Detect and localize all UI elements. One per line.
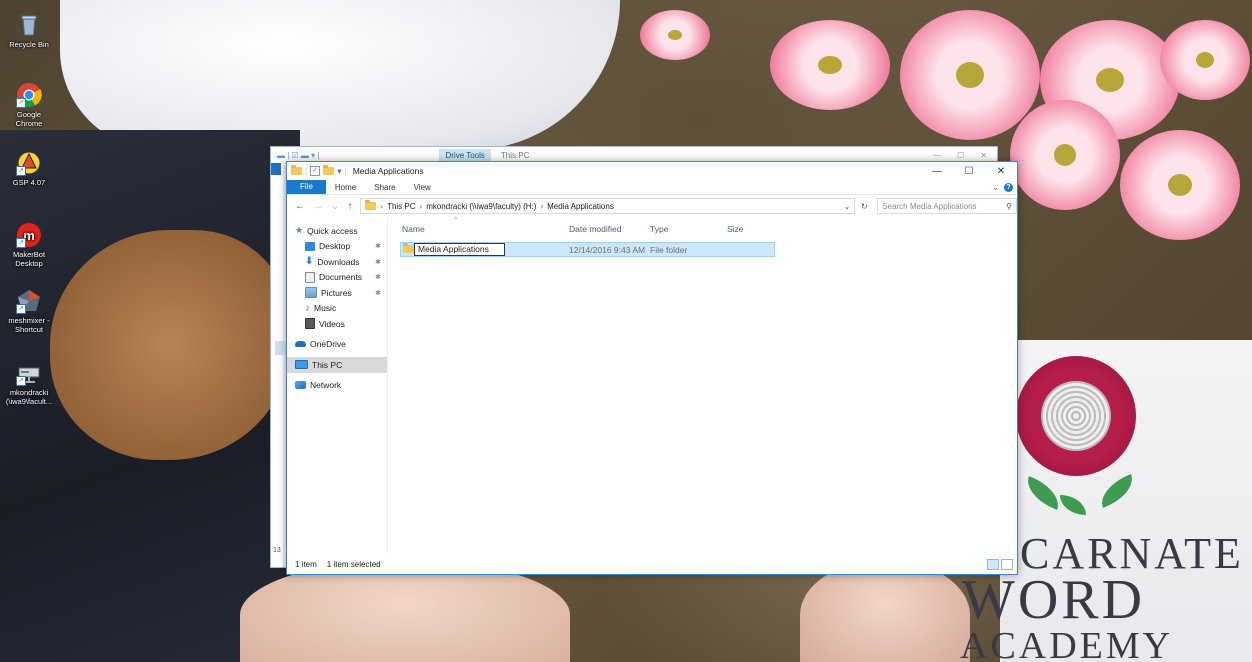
nav-item-quick-access[interactable]: ★ Quick access: [287, 223, 387, 239]
selection-count: 1 item selected: [326, 559, 381, 569]
videos-icon: [305, 318, 315, 330]
column-header-size[interactable]: Size: [727, 224, 744, 234]
gsp-icon: ↗: [16, 150, 42, 176]
drive-tools-tab[interactable]: Drive Tools: [439, 148, 491, 162]
column-header-type[interactable]: Type: [650, 224, 668, 234]
search-icon: ⚲: [1006, 201, 1012, 211]
new-folder-icon[interactable]: [323, 165, 335, 175]
column-header-name[interactable]: Name: [402, 224, 425, 234]
nav-item-onedrive[interactable]: OneDrive: [287, 337, 387, 353]
pin-icon: ✱: [375, 274, 381, 282]
ribbon-tabs: File Home Share View ⌄ ?: [287, 180, 1017, 194]
tab-file[interactable]: File: [287, 180, 326, 194]
chevron-right-icon[interactable]: ›: [420, 202, 423, 211]
quick-access-toolbar[interactable]: | ✓ ▾ |: [291, 165, 347, 177]
up-arrow-icon[interactable]: ↑: [347, 201, 352, 212]
nav-item-documents[interactable]: Documents ✱: [287, 270, 387, 286]
address-bar[interactable]: › This PC › mkondracki (\\iwa9\faculty) …: [360, 198, 856, 214]
nav-item-this-pc[interactable]: This PC: [287, 357, 387, 373]
refresh-icon[interactable]: ↻: [855, 202, 873, 211]
tab-share[interactable]: Share: [365, 183, 404, 192]
column-header-date-modified[interactable]: Date modified: [569, 224, 621, 234]
address-folder-icon: [365, 200, 377, 210]
file-type: File folder: [650, 244, 688, 255]
large-icons-view-icon[interactable]: [1001, 558, 1013, 570]
explorer-window[interactable]: | ✓ ▾ | Media Applications — ☐ ✕ File Ho…: [286, 161, 1018, 575]
onedrive-icon: [295, 341, 306, 348]
folder-icon: [291, 165, 302, 175]
expand-ribbon-icon[interactable]: ⌄: [992, 183, 999, 192]
pictures-icon: [305, 287, 317, 299]
network-drive-icon: ↗: [16, 360, 42, 386]
recent-locations-icon[interactable]: ⌄: [331, 201, 339, 212]
nav-item-downloads[interactable]: ⬇ Downloads ✱: [287, 254, 387, 270]
minimize-button[interactable]: —: [921, 166, 953, 177]
back-arrow-icon[interactable]: ←: [295, 201, 305, 212]
address-row: ← → ⌄ ↑ › This PC › mkondracki (\\iwa9\f…: [287, 194, 1017, 217]
meshmixer-icon: ↗: [16, 288, 42, 314]
item-count: 1 item: [295, 559, 317, 569]
forward-arrow-icon[interactable]: →: [313, 201, 323, 212]
nav-item-desktop[interactable]: Desktop ✱: [287, 239, 387, 255]
nav-item-videos[interactable]: Videos: [287, 316, 387, 332]
address-dropdown-icon[interactable]: ⌄: [844, 202, 851, 211]
logo-text-line2: WORD: [962, 569, 1146, 631]
desktop-icon-gsp[interactable]: ↗ GSP 4.07: [4, 150, 54, 187]
chevron-right-icon[interactable]: ›: [380, 202, 383, 211]
table-row[interactable]: Media Applications 12/14/2016 9:43 AM Fi…: [400, 242, 775, 257]
status-bar: 1 item 1 item selected: [287, 554, 1017, 574]
breadcrumb-drive[interactable]: mkondracki (\\iwa9\faculty) (H:): [426, 202, 536, 211]
music-icon: ♪: [305, 302, 310, 314]
tab-view[interactable]: View: [405, 183, 440, 192]
logo-text-line3: ACADEMY: [960, 625, 1174, 662]
makerbot-icon: m ↗: [16, 222, 42, 248]
desktop-icon-network-drive[interactable]: ↗ mkondracki (\iwa9\facult...: [4, 360, 54, 406]
rename-field[interactable]: Media Applications: [414, 243, 505, 256]
tab-home[interactable]: Home: [326, 183, 365, 192]
details-view-icon[interactable]: [987, 558, 999, 570]
help-icon[interactable]: ?: [1004, 182, 1013, 192]
nav-item-pictures[interactable]: Pictures ✱: [287, 285, 387, 301]
chrome-icon: ↗: [16, 82, 42, 108]
maximize-button[interactable]: ☐: [953, 166, 985, 177]
background-window-title: This PC: [500, 150, 530, 160]
network-icon: [295, 381, 306, 390]
pin-icon: ✱: [375, 243, 381, 251]
breadcrumb-media-applications[interactable]: Media Applications: [547, 202, 614, 211]
star-icon: ★: [295, 225, 304, 236]
column-headers: ^ Name Date modified Type Size: [388, 217, 1017, 241]
titlebar: | ✓ ▾ | Media Applications — ☐ ✕: [287, 162, 1017, 180]
folder-icon: [403, 243, 414, 253]
sort-ascending-icon: ^: [454, 217, 458, 224]
properties-icon[interactable]: ✓: [310, 166, 321, 176]
customize-toolbar-icon[interactable]: ▾: [337, 166, 341, 177]
desktop-icon-meshmixer[interactable]: ↗ meshmixer - Shortcut: [4, 288, 54, 334]
download-icon: ⬇: [305, 256, 314, 268]
documents-icon: [305, 271, 315, 283]
logo-medallion: [1016, 356, 1136, 476]
close-button[interactable]: ✕: [985, 166, 1017, 177]
navigation-pane: ★ Quick access Desktop ✱ ⬇ Downloads ✱ D…: [287, 217, 388, 553]
file-date-modified: 12/14/2016 9:43 AM: [569, 244, 646, 255]
background-window-status: 13: [273, 547, 281, 554]
desktop-icon-makerbot[interactable]: m ↗ MakerBot Desktop: [4, 222, 54, 268]
desktop-icon-google-chrome[interactable]: ↗ Google Chrome: [4, 82, 54, 128]
pin-icon: ✱: [375, 289, 381, 297]
desktop-icon: [305, 241, 315, 251]
file-list: ^ Name Date modified Type Size Media App…: [388, 217, 1017, 553]
pin-icon: ✱: [375, 258, 381, 266]
search-input[interactable]: Search Media Applications ⚲: [877, 198, 1017, 214]
recycle-bin-icon: [16, 12, 42, 38]
desktop-icon-recycle-bin[interactable]: Recycle Bin: [4, 12, 54, 49]
breadcrumb-this-pc[interactable]: This PC: [387, 202, 415, 211]
nav-item-music[interactable]: ♪ Music: [287, 301, 387, 317]
chevron-right-icon[interactable]: ›: [540, 202, 543, 211]
nav-item-network[interactable]: Network: [287, 378, 387, 394]
this-pc-icon: [295, 360, 308, 370]
window-title: Media Applications: [352, 166, 424, 176]
